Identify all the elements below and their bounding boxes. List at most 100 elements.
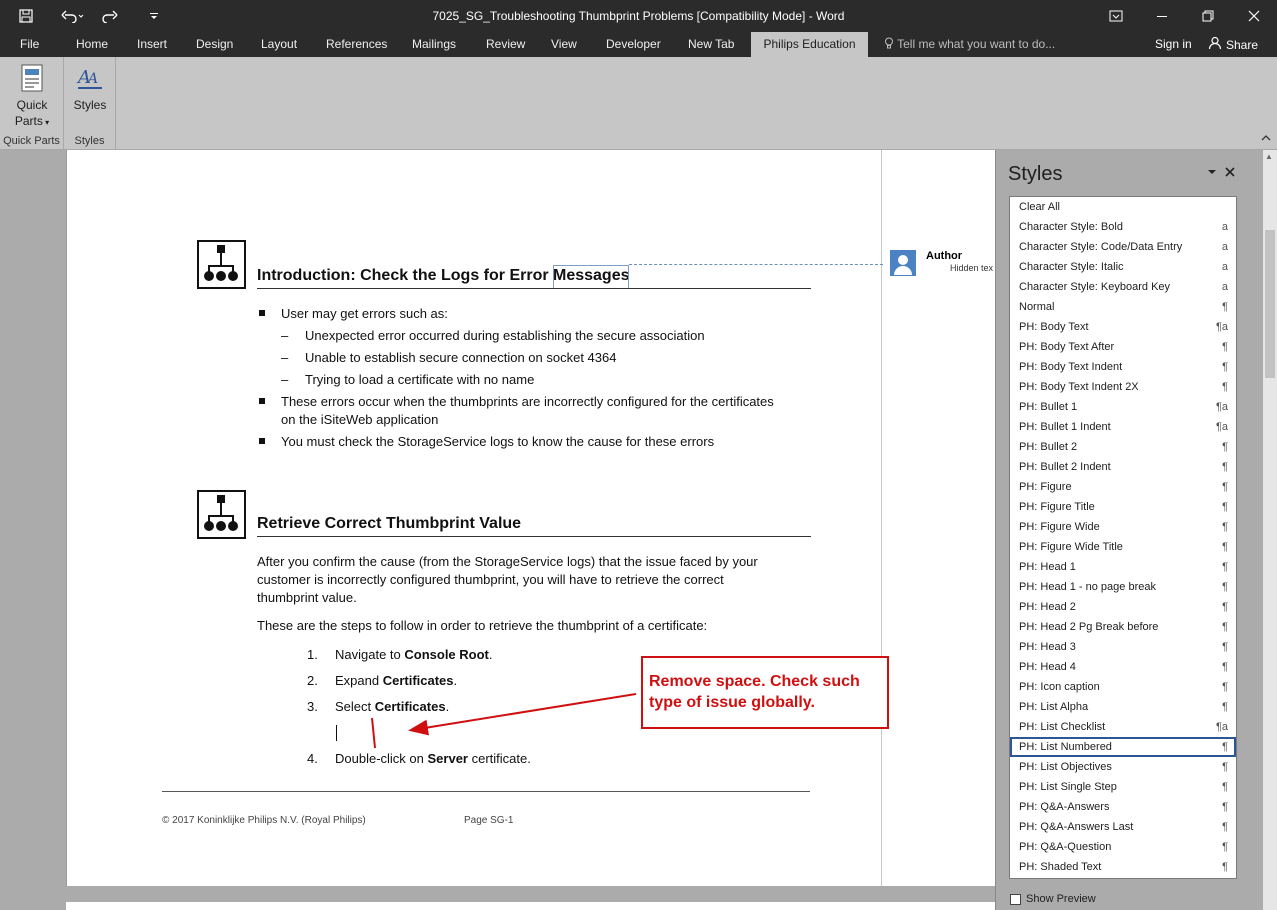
style-type-marker: ¶ [1222, 601, 1228, 613]
style-item[interactable]: PH: Head 1 ¶ [1010, 557, 1236, 577]
style-type-marker: ¶a [1215, 401, 1228, 413]
style-item-label: PH: Icon caption [1019, 681, 1100, 693]
style-item-label: PH: List Numbered [1019, 741, 1112, 753]
style-type-marker: ¶ [1222, 681, 1228, 693]
style-type-marker: ¶ [1222, 741, 1228, 753]
styles-pane-title: Styles [1008, 163, 1063, 185]
show-preview-label: Show Preview [1026, 893, 1096, 905]
style-item-label: PH: Figure Wide [1019, 521, 1100, 533]
style-item-label: PH: Head 1 - no page break [1019, 581, 1156, 593]
style-item[interactable]: PH: List Objectives ¶ [1010, 757, 1236, 777]
style-type-marker: ¶ [1222, 761, 1228, 773]
style-item[interactable]: Clear All [1010, 197, 1236, 217]
style-item[interactable]: Character Style: Italic a [1010, 257, 1236, 277]
style-item-label: PH: Q&A-Question [1019, 841, 1112, 853]
style-item[interactable]: PH: Q&A-Question ¶ [1010, 837, 1236, 857]
scrollbar-thumb[interactable] [1265, 230, 1275, 378]
style-item[interactable]: Character Style: Keyboard Key a [1010, 277, 1236, 297]
style-item-label: PH: Q&A-Answers Last [1019, 821, 1134, 833]
style-item[interactable]: PH: Body Text Indent ¶ [1010, 357, 1236, 377]
style-item-label: PH: Shaded Text [1019, 861, 1102, 873]
style-item[interactable]: PH: Figure Wide Title ¶ [1010, 537, 1236, 557]
style-item-label: PH: Bullet 1 [1019, 401, 1078, 413]
style-item[interactable]: PH: Head 1 - no page break ¶ [1010, 577, 1236, 597]
style-item[interactable]: PH: Head 3 ¶ [1010, 637, 1236, 657]
style-item-label: PH: List Checklist [1019, 721, 1106, 733]
style-item-label: Normal [1019, 301, 1055, 313]
style-type-marker: a [1221, 261, 1228, 273]
style-item[interactable]: PH: Q&A-Answers Last ¶ [1010, 817, 1236, 837]
pane-options-icon[interactable] [1207, 164, 1217, 180]
style-item-label: PH: Head 1 [1019, 561, 1076, 573]
style-item-label: Character Style: Bold [1019, 221, 1123, 233]
style-type-marker: ¶ [1222, 521, 1228, 533]
style-item[interactable]: PH: Head 2 ¶ [1010, 597, 1236, 617]
checkbox-box [1010, 893, 1021, 905]
style-item[interactable]: PH: Bullet 1 ¶a [1010, 397, 1236, 417]
style-type-marker: ¶ [1222, 541, 1228, 553]
style-item[interactable]: PH: Bullet 1 Indent ¶a [1010, 417, 1236, 437]
style-type-marker: ¶ [1222, 301, 1228, 313]
style-type-marker: ¶ [1222, 621, 1228, 633]
style-item-label: PH: Q&A-Answers [1019, 801, 1110, 813]
style-item-label: PH: Figure [1019, 481, 1072, 493]
style-item[interactable]: PH: Body Text After ¶ [1010, 337, 1236, 357]
style-item-label: PH: Head 2 [1019, 601, 1076, 613]
style-item[interactable]: PH: List Single Step ¶ [1010, 777, 1236, 797]
style-item-label: Clear All [1019, 201, 1060, 213]
style-item[interactable]: PH: Q&A-Answers ¶ [1010, 797, 1236, 817]
style-item-label: PH: Figure Title [1019, 501, 1095, 513]
pane-close-icon[interactable] [1225, 164, 1235, 180]
style-type-marker: ¶ [1222, 701, 1228, 713]
style-type-marker: ¶ [1222, 481, 1228, 493]
style-type-marker: ¶ [1222, 381, 1228, 393]
style-item[interactable]: PH: List Numbered ¶ [1010, 737, 1236, 757]
style-item[interactable]: PH: Shaded Text ¶ [1010, 857, 1236, 877]
style-type-marker: ¶ [1222, 661, 1228, 673]
style-type-marker: ¶ [1222, 441, 1228, 453]
style-item-label: PH: List Objectives [1019, 761, 1112, 773]
style-item[interactable]: PH: Body Text Indent 2X ¶ [1010, 377, 1236, 397]
style-item-label: PH: Bullet 1 Indent [1019, 421, 1111, 433]
style-item-label: PH: Body Text After [1019, 341, 1115, 353]
style-type-marker: ¶ [1222, 841, 1228, 853]
style-item[interactable]: PH: Figure Wide ¶ [1010, 517, 1236, 537]
style-item[interactable]: PH: Figure ¶ [1010, 477, 1236, 497]
style-item[interactable]: Character Style: Bold a [1010, 217, 1236, 237]
style-item[interactable]: PH: Body Text ¶a [1010, 317, 1236, 337]
style-item[interactable]: PH: Bullet 2 Indent ¶ [1010, 457, 1236, 477]
style-type-marker: ¶ [1222, 641, 1228, 653]
style-type-marker: ¶ [1222, 781, 1228, 793]
style-item-label: PH: Body Text [1019, 321, 1089, 333]
style-item[interactable]: PH: Icon caption ¶ [1010, 677, 1236, 697]
style-item[interactable]: Normal ¶ [1010, 297, 1236, 317]
style-item[interactable]: Character Style: Code/Data Entry a [1010, 237, 1236, 257]
style-type-marker: a [1221, 281, 1228, 293]
style-item-label: PH: Bullet 2 Indent [1019, 461, 1111, 473]
style-item-label: PH: Body Text Indent 2X [1019, 381, 1139, 393]
style-type-marker: ¶a [1215, 421, 1228, 433]
style-item-label: PH: List Single Step [1019, 781, 1117, 793]
style-type-marker: ¶ [1222, 801, 1228, 813]
style-item-label: Character Style: Keyboard Key [1019, 281, 1171, 293]
style-type-marker: ¶a [1215, 721, 1228, 733]
show-preview-checkbox[interactable]: Show Preview [1010, 893, 1096, 905]
style-item[interactable]: PH: Head 2 Pg Break before ¶ [1010, 617, 1236, 637]
style-item-label: PH: List Alpha [1019, 701, 1089, 713]
style-type-marker: a [1221, 241, 1228, 253]
style-item[interactable]: PH: Figure Title ¶ [1010, 497, 1236, 517]
style-type-marker: ¶ [1222, 581, 1228, 593]
style-item-label: PH: Figure Wide Title [1019, 541, 1123, 553]
style-item[interactable]: PH: Bullet 2 ¶ [1010, 437, 1236, 457]
style-item-label: PH: Head 2 Pg Break before [1019, 621, 1159, 633]
style-item[interactable]: PH: List Checklist ¶a [1010, 717, 1236, 737]
style-item-label: Character Style: Italic [1019, 261, 1124, 273]
style-item[interactable]: PH: Head 4 ¶ [1010, 657, 1236, 677]
vertical-scrollbar[interactable]: ▲ [1263, 150, 1277, 910]
scroll-up-icon[interactable]: ▲ [1265, 152, 1273, 161]
style-item-label: PH: Head 3 [1019, 641, 1076, 653]
style-item[interactable]: PH: List Alpha ¶ [1010, 697, 1236, 717]
style-item-label: PH: Head 4 [1019, 661, 1076, 673]
style-type-marker: ¶ [1222, 461, 1228, 473]
styles-pane: Styles Clear All Character Style: Bold a Ch… [995, 150, 1247, 910]
